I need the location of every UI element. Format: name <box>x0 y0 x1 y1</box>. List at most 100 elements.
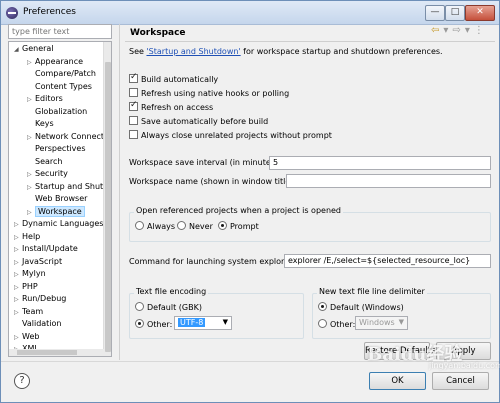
tree-item-globalization[interactable]: Globalization <box>27 106 87 118</box>
forward-menu-icon[interactable]: ▾ <box>465 25 470 36</box>
encoding-select[interactable]: UTF-8 ▼ <box>174 316 232 330</box>
checkbox-label: Always close unrelated projects without … <box>141 131 332 140</box>
ok-button[interactable]: OK <box>369 372 426 390</box>
collapsed-arrow-icon[interactable]: ▷ <box>14 244 22 256</box>
tree-item-label: Help <box>22 231 41 241</box>
collapsed-arrow-icon[interactable]: ▷ <box>27 207 35 219</box>
back-icon[interactable]: ⇦ <box>431 25 439 36</box>
filter-input[interactable] <box>8 24 112 39</box>
collapsed-arrow-icon[interactable]: ▷ <box>14 269 22 281</box>
tree-item-team[interactable]: ▷ Team <box>14 306 43 318</box>
cancel-button[interactable]: Cancel <box>432 372 489 390</box>
checkbox-box <box>129 130 138 139</box>
apply-button[interactable]: Apply <box>436 342 491 360</box>
tree-item-label: Web Browser <box>35 194 88 203</box>
tree-item-search[interactable]: Search <box>27 156 62 168</box>
tree-item-help[interactable]: ▷ Help <box>14 231 40 243</box>
collapsed-arrow-icon[interactable]: ▷ <box>14 307 22 319</box>
radio-dot <box>177 221 186 230</box>
back-menu-icon[interactable]: ▾ <box>443 25 448 36</box>
tree-item-perspectives[interactable]: Perspectives <box>27 143 86 155</box>
checkbox-refresh-using-native-hooks-or-polling[interactable]: Refresh using native hooks or polling <box>129 88 289 100</box>
checkbox-label: Save automatically before build <box>141 117 269 126</box>
tree-item-install-update[interactable]: ▷ Install/Update <box>14 243 78 255</box>
tree-item-web-browser[interactable]: Web Browser <box>27 193 87 205</box>
tree-item-keys[interactable]: Keys <box>27 118 54 130</box>
tree-item-label: PHP <box>22 281 38 291</box>
tree-item-label: Web <box>22 331 40 341</box>
tree-item-label: Validation <box>22 319 62 328</box>
collapsed-arrow-icon[interactable]: ▷ <box>27 57 35 69</box>
explorer-command-label: Command for launching system explorer: <box>129 257 295 266</box>
tree-vertical-scrollbar[interactable] <box>103 42 111 356</box>
open-projects-radio-never[interactable]: Never <box>177 221 213 231</box>
expanded-arrow-icon[interactable]: ◢ <box>14 44 22 56</box>
checkbox-box <box>129 88 138 97</box>
encoding-value: UTF-8 <box>178 318 206 327</box>
tree-item-mylyn[interactable]: ▷ Mylyn <box>14 268 46 280</box>
title-bar[interactable]: Preferences — □ ✕ <box>1 1 499 25</box>
tree-item-startup-and-shutd[interactable]: ▷ Startup and Shutd <box>27 181 108 193</box>
minimize-button[interactable]: — <box>425 5 445 21</box>
preferences-tree: ◢ General ▷ Appearance Compare/Patch Content … <box>8 41 112 357</box>
startup-shutdown-link[interactable]: 'Startup and Shutdown' <box>146 47 240 56</box>
explorer-command-field[interactable]: explorer /E,/select=${selected_resource_… <box>284 254 491 268</box>
collapsed-arrow-icon[interactable]: ▷ <box>14 232 22 244</box>
tree-item-network-connectio[interactable]: ▷ Network Connectio <box>27 131 111 143</box>
open-projects-radio-always[interactable]: Always <box>135 221 175 231</box>
collapsed-arrow-icon[interactable]: ▷ <box>14 257 22 269</box>
radio-label: Default (Windows) <box>330 303 404 312</box>
view-menu-icon[interactable]: ⋮ <box>474 25 484 36</box>
collapsed-arrow-icon[interactable]: ▷ <box>14 332 22 344</box>
checkbox-save-automatically-before-build[interactable]: Save automatically before build <box>129 116 268 128</box>
collapsed-arrow-icon[interactable]: ▷ <box>14 294 22 306</box>
tree-item-security[interactable]: ▷ Security <box>27 168 68 180</box>
checkbox-refresh-on-access[interactable]: Refresh on access <box>129 100 213 114</box>
encoding-default-radio[interactable]: Default (GBK) <box>135 302 202 312</box>
tree-item-content-types[interactable]: Content Types <box>27 81 92 93</box>
close-button[interactable]: ✕ <box>465 5 495 21</box>
radio-dot <box>135 302 144 311</box>
tree-item-editors[interactable]: ▷ Editors <box>27 93 63 105</box>
save-interval-field[interactable]: 5 <box>269 156 491 170</box>
radio-label: Never <box>189 222 213 231</box>
chevron-down-icon: ▼ <box>398 318 404 326</box>
open-projects-radio-prompt[interactable]: Prompt <box>218 221 259 231</box>
tree-item-compare-patch[interactable]: Compare/Patch <box>27 68 96 80</box>
tree-item-web[interactable]: ▷ Web <box>14 331 39 343</box>
tree-item-appearance[interactable]: ▷ Appearance <box>27 56 83 68</box>
tree-item-label: Workspace <box>35 205 85 217</box>
delimiter-select[interactable]: Windows ▼ <box>355 316 408 330</box>
help-icon[interactable]: ? <box>14 373 30 389</box>
tree-horizontal-scrollbar[interactable] <box>9 349 104 356</box>
forward-icon[interactable]: ⇨ <box>452 25 460 36</box>
delimiter-default-radio[interactable]: Default (Windows) <box>318 302 404 312</box>
tree-item-dynamic-languages[interactable]: ▷ Dynamic Languages <box>14 218 103 230</box>
tree-item-workspace[interactable]: ▷ Workspace <box>27 205 85 219</box>
encoding-other-radio[interactable]: Other: <box>135 319 172 329</box>
checkbox-build-automatically[interactable]: Build automatically <box>129 72 218 86</box>
tree-item-php[interactable]: ▷ PHP <box>14 281 38 293</box>
collapsed-arrow-icon[interactable]: ▷ <box>27 132 35 144</box>
scroll-thumb[interactable] <box>105 62 111 352</box>
radio-label: Default (GBK) <box>147 303 202 312</box>
collapsed-arrow-icon[interactable]: ▷ <box>27 169 35 181</box>
tree-item-validation[interactable]: Validation <box>14 318 62 330</box>
tree-item-general[interactable]: ◢ General <box>14 43 54 55</box>
collapsed-arrow-icon[interactable]: ▷ <box>27 182 35 194</box>
workspace-name-field[interactable] <box>286 174 491 188</box>
tree-item-label: Dynamic Languages <box>22 219 104 228</box>
collapsed-arrow-icon[interactable]: ▷ <box>14 282 22 294</box>
tree-item-run-debug[interactable]: ▷ Run/Debug <box>14 293 66 305</box>
tree-item-javascript[interactable]: ▷ JavaScript <box>14 256 62 268</box>
checkbox-always-close-unrelated-projects-without-prompt[interactable]: Always close unrelated projects without … <box>129 130 332 142</box>
preferences-window: Preferences — □ ✕ ◢General▷AppearanceCom… <box>0 0 500 403</box>
maximize-button[interactable]: □ <box>445 5 465 21</box>
scroll-thumb[interactable] <box>17 350 77 355</box>
pane-splitter[interactable] <box>119 24 120 360</box>
restore-defaults-button[interactable]: Restore Defaults <box>364 342 435 360</box>
delimiter-value: Windows <box>359 318 395 327</box>
collapsed-arrow-icon[interactable]: ▷ <box>27 94 35 106</box>
delimiter-other-radio[interactable]: Other: <box>318 319 355 329</box>
collapsed-arrow-icon[interactable]: ▷ <box>14 219 22 231</box>
